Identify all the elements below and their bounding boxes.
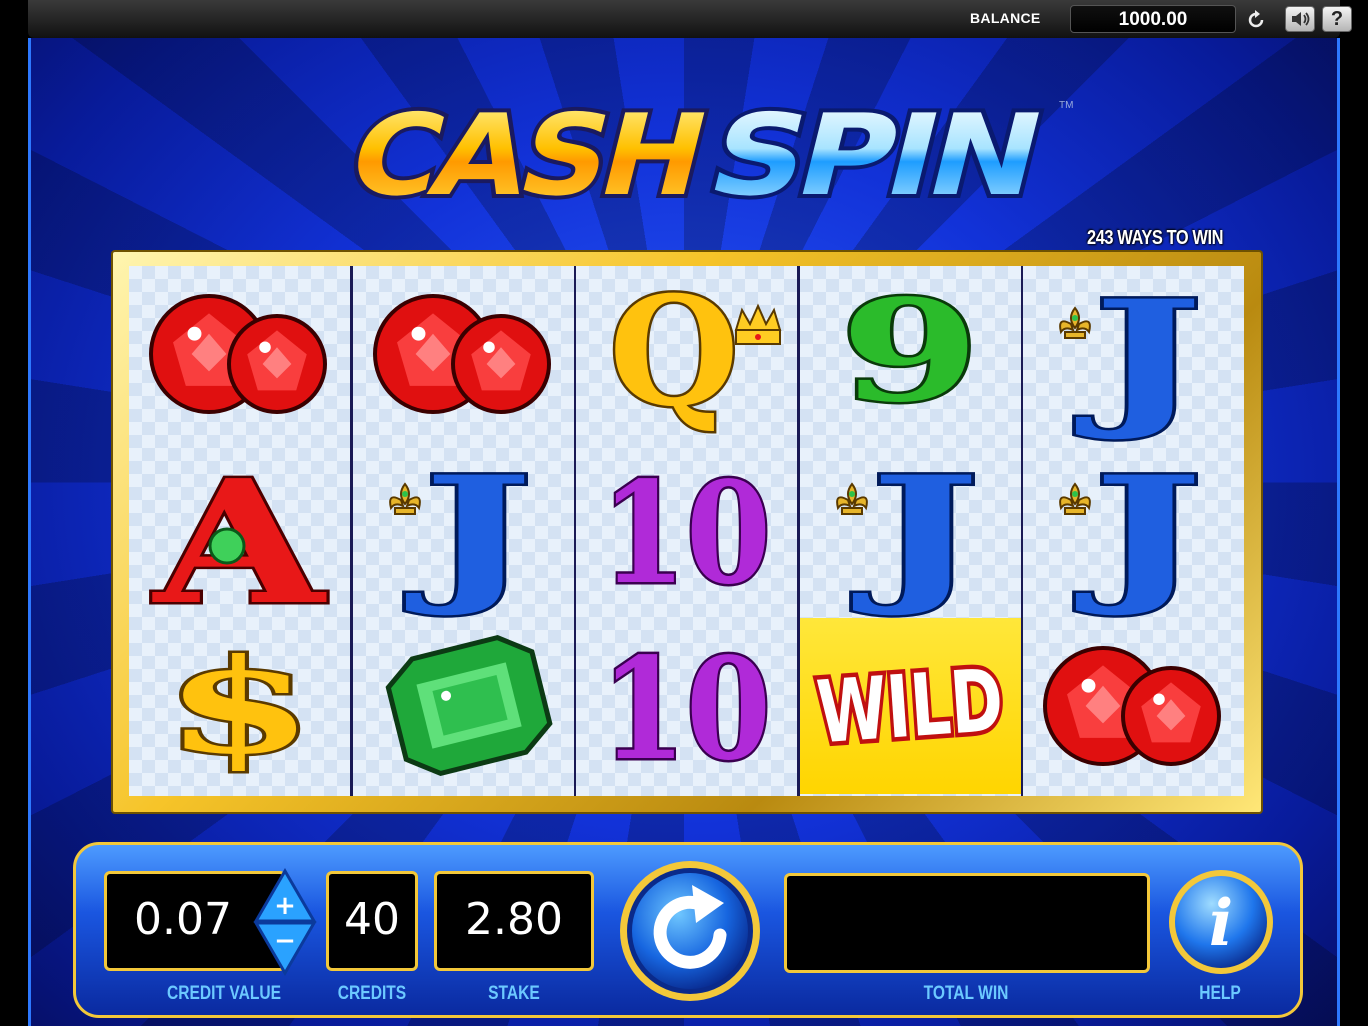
cash-spin-logo: CASH SPIN TM xyxy=(333,86,1074,214)
reel-cell-jack: J xyxy=(800,442,1021,618)
reel-4: 9J WILD xyxy=(800,266,1021,796)
ruby-pair-symbol xyxy=(373,294,551,414)
reel-3: Q 10 10 xyxy=(576,266,797,796)
jack-symbol: J xyxy=(389,442,536,618)
decrease-button[interactable]: − xyxy=(253,921,317,976)
svg-text:WILD: WILD xyxy=(814,651,1007,764)
credits-label: CREDITS xyxy=(337,983,407,1004)
reel-cell-nine: 9 xyxy=(800,266,1021,442)
help-button[interactable]: i xyxy=(1166,867,1276,977)
logo-word-spin: SPIN xyxy=(697,90,1050,214)
reel-cell-rubies xyxy=(353,266,574,442)
queen-symbol: Q xyxy=(607,266,782,442)
svg-text:10: 10 xyxy=(601,452,771,616)
reel-2: J xyxy=(353,266,574,796)
speaker-icon xyxy=(1292,12,1310,26)
credits-display: 40 xyxy=(326,871,418,971)
spin-button[interactable] xyxy=(616,857,764,1005)
reel-cell-ten: 10 xyxy=(576,442,797,619)
reel-cell-jack: J xyxy=(353,442,574,618)
minus-icon: − xyxy=(274,926,296,956)
svg-text:J: J xyxy=(406,444,533,618)
svg-text:$: $ xyxy=(164,630,314,783)
svg-text:J: J xyxy=(1076,444,1203,618)
svg-text:A: A xyxy=(151,443,326,618)
balance-display: 1000.00 xyxy=(1070,5,1236,33)
reel-cell-rubies xyxy=(129,266,350,442)
fleur-de-lis-icon xyxy=(836,482,868,515)
svg-text:9: 9 xyxy=(840,270,980,434)
wild-symbol: WILD xyxy=(809,646,1011,768)
reel-cell-jack: J xyxy=(1023,266,1244,442)
jack-symbol: J xyxy=(1059,266,1206,442)
crown-icon xyxy=(734,303,782,345)
top-bar: BALANCE 1000.00 ? xyxy=(28,0,1352,38)
game-stage: CASH SPIN TM 243 WAYS TO WIN A $ J Q 10 1… xyxy=(28,38,1340,1026)
reel-area: A $ J Q 10 10 9 J WILD J J xyxy=(129,266,1244,796)
total-win-display xyxy=(784,873,1150,973)
logo-word-cash: CASH xyxy=(337,90,715,214)
reel-5: J J xyxy=(1023,266,1244,796)
jack-symbol: J xyxy=(836,442,983,618)
refresh-icon[interactable] xyxy=(1244,8,1268,32)
reel-cell-ten: 10 xyxy=(576,618,797,795)
info-icon: i xyxy=(1209,886,1233,961)
ruby-pair-symbol xyxy=(1043,646,1221,766)
sound-button[interactable] xyxy=(1285,6,1315,32)
credit-value-label: CREDIT VALUE xyxy=(167,983,281,1004)
increase-button[interactable]: + xyxy=(253,868,317,923)
reel-cell-jack: J xyxy=(1023,442,1244,618)
svg-text:J: J xyxy=(853,444,980,618)
svg-text:Q: Q xyxy=(609,266,739,440)
control-panel: 0.07 + − 40 2.80 i CREDIT VALUE CREDITS … xyxy=(73,842,1303,1018)
ways-to-win-label: 243 WAYS TO WIN xyxy=(1087,227,1224,249)
reel-frame: A $ J Q 10 10 9 J WILD J J xyxy=(113,252,1261,812)
reel-cell-queen: Q xyxy=(576,266,797,442)
balance-label: BALANCE xyxy=(970,10,1041,26)
stake-display: 2.80 xyxy=(434,871,594,971)
dollar-symbol: $ xyxy=(162,628,317,786)
reel-cell-dollar: $ xyxy=(129,618,350,794)
reel-cell-emerald xyxy=(353,618,574,794)
logo-tm: TM xyxy=(1059,100,1073,111)
fleur-de-lis-icon xyxy=(389,482,421,515)
plus-icon: + xyxy=(274,891,296,921)
svg-text:J: J xyxy=(1076,268,1203,442)
reel-cell-rubies xyxy=(1023,618,1244,794)
ten-symbol: 10 xyxy=(599,450,774,619)
ruby-pair-symbol xyxy=(149,294,327,414)
total-win-label: TOTAL WIN xyxy=(923,983,1009,1004)
fleur-de-lis-icon xyxy=(1059,306,1091,339)
svg-text:10: 10 xyxy=(601,628,771,792)
reel-cell-wild: WILD xyxy=(800,618,1021,794)
question-button[interactable]: ? xyxy=(1322,6,1352,32)
reel-1: A $ xyxy=(129,266,350,796)
nine-symbol: 9 xyxy=(838,268,983,437)
help-label: HELP xyxy=(1199,983,1241,1004)
credit-value-stepper: + − xyxy=(253,868,317,976)
stake-label: STAKE xyxy=(488,983,540,1004)
ten-symbol: 10 xyxy=(599,626,774,795)
ace-symbol: A xyxy=(149,442,329,618)
emerald-symbol xyxy=(385,635,553,777)
reel-cell-ace: A xyxy=(129,442,350,618)
fleur-de-lis-icon xyxy=(1059,482,1091,515)
jack-symbol: J xyxy=(1059,442,1206,618)
